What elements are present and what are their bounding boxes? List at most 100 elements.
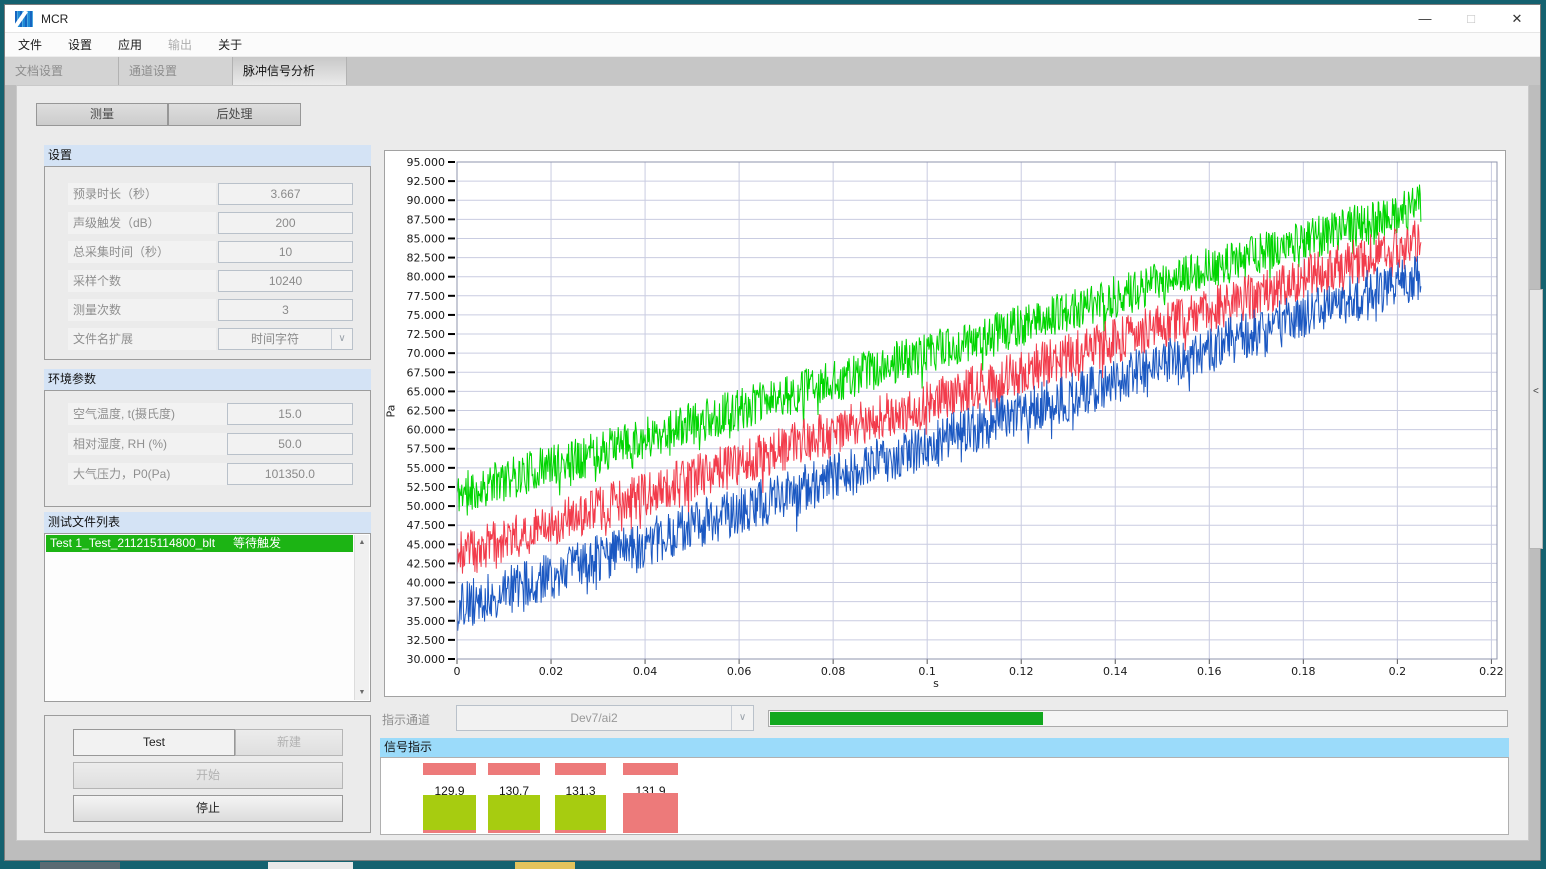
y-tick-label: 62.500: [407, 405, 446, 418]
y-tick-label: 47.500: [407, 519, 446, 532]
field-label: 采样个数: [68, 270, 216, 292]
field-row: 文件名扩展时间字符∨: [45, 328, 370, 350]
app-window: MCR — □ ✕ 文件设置应用输出关于 文档设置通道设置脉冲信号分析 测量 后…: [4, 4, 1541, 861]
stop-button[interactable]: 停止: [73, 795, 343, 822]
y-tick-label: 85.000: [407, 232, 446, 245]
y-tick-label: 77.500: [407, 290, 446, 303]
y-tick-label: 82.500: [407, 252, 446, 265]
subtab-measure[interactable]: 测量: [36, 103, 168, 126]
signal-level-block-ok: [488, 795, 540, 833]
y-tick-label: 32.500: [407, 634, 446, 647]
settings-box: 预录时长（秒）3.667声级触发（dB）200总采集时间（秒）10采样个数102…: [44, 166, 371, 360]
signal-top-bar: [488, 763, 540, 775]
maximize-icon: □: [1467, 11, 1475, 26]
field-input[interactable]: 10240: [218, 270, 353, 292]
x-tick-label: 0.22: [1479, 665, 1504, 678]
panel-collapse-handle[interactable]: <: [1529, 289, 1543, 549]
field-input[interactable]: 101350.0: [227, 463, 353, 485]
signal-level-block-ok: [555, 795, 606, 833]
field-row: 总采集时间（秒）10: [45, 241, 370, 263]
field-input[interactable]: 15.0: [227, 403, 353, 425]
menu-item-output: 输出: [155, 33, 205, 57]
file-list-header: 测试文件列表: [44, 512, 371, 533]
y-tick-label: 45.000: [407, 538, 446, 551]
field-row: 采样个数10240: [45, 270, 370, 292]
desktop-icons-fragment: [515, 862, 575, 869]
tab-doc-settings[interactable]: 文档设置: [5, 57, 119, 85]
scroll-up-icon[interactable]: ▲: [355, 535, 369, 550]
y-tick-label: 55.000: [407, 462, 446, 475]
desktop-background: MCR — □ ✕ 文件设置应用输出关于 文档设置通道设置脉冲信号分析 测量 后…: [0, 0, 1546, 869]
y-tick-label: 72.500: [407, 328, 446, 341]
maximize-button[interactable]: □: [1448, 5, 1494, 33]
signal-indicator-body: 129.9130.7131.3131.9: [380, 757, 1509, 835]
field-input[interactable]: 10: [218, 241, 353, 263]
tab-pulse-signal-analysis[interactable]: 脉冲信号分析: [233, 57, 347, 85]
menu-bar: 文件设置应用输出关于: [5, 33, 1540, 57]
file-list-scrollbar[interactable]: ▲ ▼: [354, 535, 369, 700]
close-icon: ✕: [1512, 11, 1523, 26]
y-tick-label: 67.500: [407, 366, 446, 379]
subtab-post-process[interactable]: 后处理: [168, 103, 301, 126]
y-tick-label: 80.000: [407, 271, 446, 284]
minimize-icon: —: [1419, 11, 1432, 26]
tab-channel-settings[interactable]: 通道设置: [119, 57, 233, 85]
menu-item-settings[interactable]: 设置: [55, 33, 105, 57]
x-tick-label: 0.14: [1103, 665, 1128, 678]
x-axis-label: s: [933, 677, 939, 690]
menu-item-apply[interactable]: 应用: [105, 33, 155, 57]
field-input[interactable]: 3.667: [218, 183, 353, 205]
test-name-field[interactable]: Test: [73, 729, 235, 756]
new-button[interactable]: 新建: [235, 729, 343, 756]
signal-chart: 00.020.040.060.080.10.120.140.160.180.20…: [385, 151, 1505, 696]
filename-extension-select[interactable]: 时间字符∨: [218, 328, 353, 350]
signal-top-bar: [555, 763, 606, 775]
menu-item-file[interactable]: 文件: [5, 33, 55, 57]
chevron-down-icon: ∨: [731, 706, 753, 730]
settings-header: 设置: [44, 145, 371, 166]
field-label: 测量次数: [68, 299, 216, 321]
x-tick-label: 0.08: [821, 665, 846, 678]
field-row: 声级触发（dB）200: [45, 212, 370, 234]
desktop-icons-fragment: [40, 862, 120, 869]
file-status: 等待触发: [233, 535, 281, 552]
environment-box: 空气温度, t(摄氏度)15.0相对湿度, RH (%)50.0大气压力，P0(…: [44, 390, 371, 507]
field-input[interactable]: 50.0: [227, 433, 353, 455]
y-tick-label: 70.000: [407, 347, 446, 360]
field-input[interactable]: 200: [218, 212, 353, 234]
desktop-icons-fragment: [268, 862, 353, 869]
x-tick-label: 0.12: [1009, 665, 1034, 678]
y-tick-label: 95.000: [407, 156, 446, 169]
y-tick-label: 75.000: [407, 309, 446, 322]
x-tick-label: 0.16: [1197, 665, 1222, 678]
field-label: 空气温度, t(摄氏度): [68, 403, 227, 425]
x-tick-label: 0.2: [1389, 665, 1407, 678]
x-tick-label: 0.02: [539, 665, 564, 678]
scroll-down-icon[interactable]: ▼: [355, 685, 369, 700]
indicator-channel-select[interactable]: Dev7/ai2 ∨: [456, 705, 754, 731]
field-input[interactable]: 3: [218, 299, 353, 321]
field-label: 总采集时间（秒）: [68, 241, 216, 263]
test-file-list[interactable]: Test 1_Test_211215114800_blt等待触发 ▲ ▼: [44, 533, 371, 702]
y-axis-label: Pa: [385, 405, 398, 418]
environment-header: 环境参数: [44, 369, 371, 390]
x-tick-label: 0.18: [1291, 665, 1316, 678]
start-button[interactable]: 开始: [73, 762, 343, 789]
y-tick-label: 35.000: [407, 615, 446, 628]
indicator-channel-value: Dev7/ai2: [457, 706, 731, 730]
signal-top-bar: [423, 763, 476, 775]
file-list-item[interactable]: Test 1_Test_211215114800_blt等待触发: [46, 535, 353, 552]
y-tick-label: 37.500: [407, 596, 446, 609]
y-tick-label: 30.000: [407, 653, 446, 666]
signal-header: 信号指示: [380, 738, 1509, 757]
app-icon: [15, 11, 33, 27]
close-button[interactable]: ✕: [1494, 5, 1540, 33]
chevron-down-icon: ∨: [331, 329, 352, 349]
menu-item-about[interactable]: 关于: [205, 33, 255, 57]
signal-cell: 130.7: [488, 758, 540, 836]
progress-bar: [768, 710, 1508, 727]
minimize-button[interactable]: —: [1402, 5, 1448, 33]
field-label: 预录时长（秒）: [68, 183, 216, 205]
field-row: 大气压力，P0(Pa)101350.0: [45, 463, 370, 485]
y-tick-label: 92.500: [407, 175, 446, 188]
